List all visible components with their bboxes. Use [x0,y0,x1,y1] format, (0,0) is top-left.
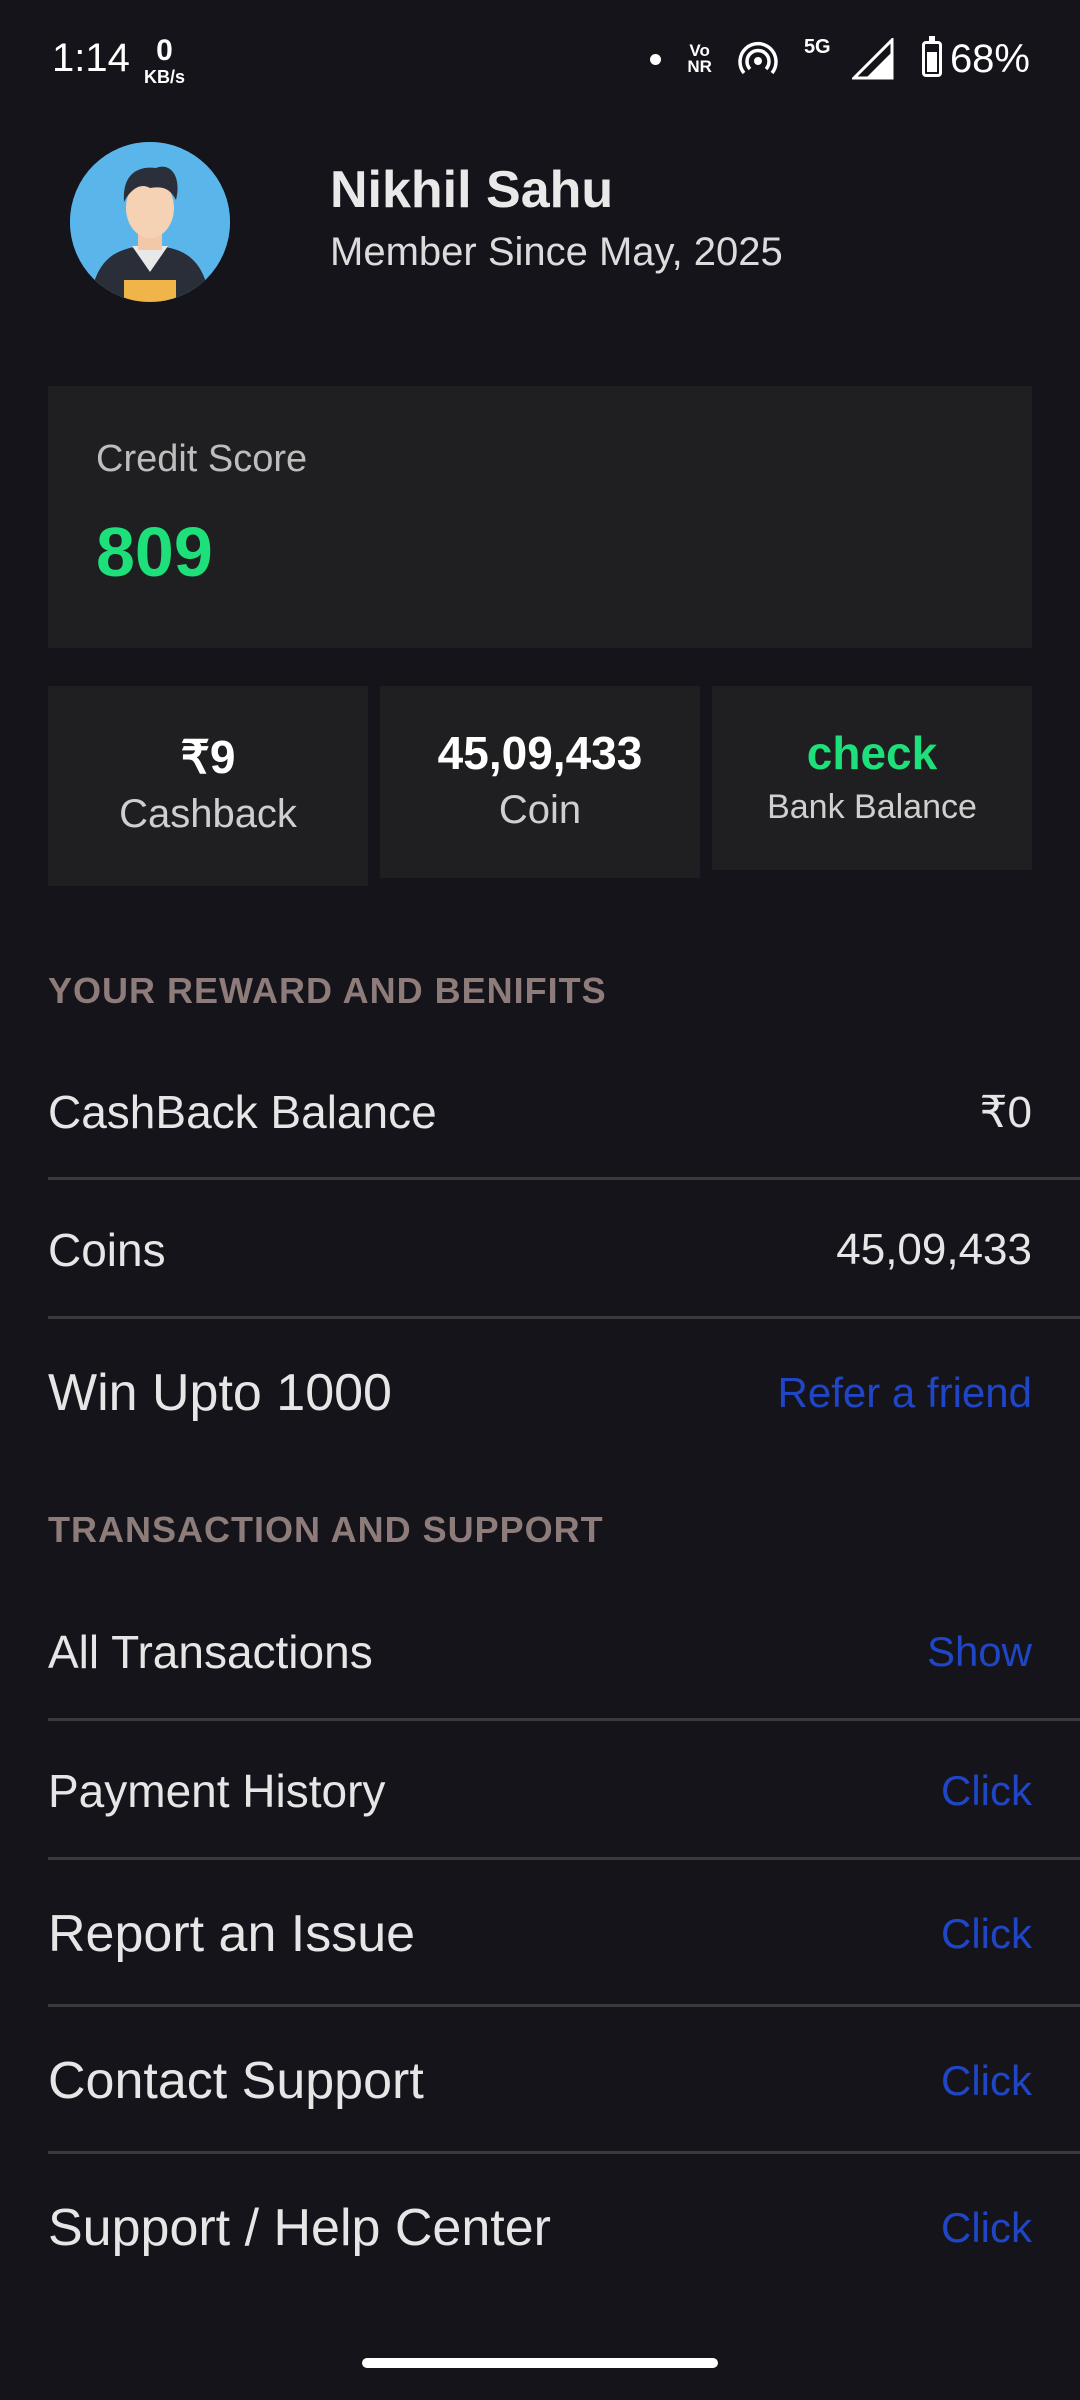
network-speed: 0 KB/s [144,34,186,87]
network-speed-unit: KB/s [144,67,186,87]
notification-dot-icon [650,53,662,65]
report-issue-row[interactable]: Report an Issue Click [48,1890,1080,1978]
cashback-balance-value: ₹0 [979,1087,1032,1137]
cashback-card[interactable]: ₹9 Cashback [48,686,368,886]
all-transactions-row[interactable]: All Transactions Show [48,1610,1080,1694]
user-name: Nikhil Sahu [330,161,614,219]
coin-value: 45,09,433 [437,727,643,779]
signal-group: 5G [804,34,896,84]
credit-score-label: Credit Score [96,438,308,480]
win-upto-label: Win Upto 1000 [48,1364,392,1422]
refer-row[interactable]: Win Upto 1000 Refer a friend [48,1350,1080,1436]
all-transactions-label: All Transactions [48,1626,373,1678]
cashback-label: Cashback [119,792,297,836]
avatar-illustration [70,142,230,302]
credit-score-value: 809 [96,513,213,591]
cashback-balance-label: CashBack Balance [48,1086,437,1138]
bank-balance-check[interactable]: check [712,726,1032,780]
vonr-icon: Vo NR [687,42,712,76]
divider [48,2151,1080,2154]
contact-support-row[interactable]: Contact Support Click [48,2037,1080,2125]
signal-icon [851,38,894,80]
profile-header: Nikhil Sahu Member Since May, 2025 [70,142,1020,302]
member-since: Member Since May, 2025 [330,230,783,274]
help-center-label: Support / Help Center [48,2199,551,2257]
coins-label: Coins [48,1224,166,1276]
credit-score-card[interactable]: Credit Score 809 [48,386,1032,648]
divider [48,1316,1080,1319]
network-speed-value: 0 [156,34,173,67]
payment-history-link[interactable]: Click [941,1767,1032,1815]
vonr-bottom-label: NR [687,57,712,76]
show-transactions-link[interactable]: Show [927,1628,1032,1676]
coin-label: Coin [498,788,582,832]
coins-row[interactable]: Coins 45,09,433 [48,1208,1080,1292]
contact-support-label: Contact Support [48,2052,424,2110]
network-type-label: 5G [803,36,831,58]
payment-history-label: Payment History [48,1765,386,1817]
divider [48,1857,1080,1860]
report-issue-label: Report an Issue [48,1905,416,1963]
bank-balance-card[interactable]: check Bank Balance [712,686,1032,870]
payment-history-row[interactable]: Payment History Click [48,1749,1080,1833]
refer-a-friend-link[interactable]: Refer a friend [778,1369,1032,1417]
battery: 68% [921,36,1030,82]
contact-support-link[interactable]: Click [941,2057,1032,2105]
divider [48,2004,1080,2007]
status-bar: 1:14 0 KB/s Vo NR 5G 68% [0,0,1080,120]
help-center-link[interactable]: Click [941,2204,1032,2252]
status-icons: Vo NR 5G 68% [650,34,1030,84]
hotspot-icon [738,42,778,75]
divider [48,1177,1080,1180]
status-time: 1:14 [52,36,130,80]
coins-value: 45,09,433 [836,1225,1032,1274]
cashback-value: ₹9 [180,731,236,783]
cashback-balance-row[interactable]: CashBack Balance ₹0 [48,1070,1080,1154]
support-section-title: TRANSACTION AND SUPPORT [48,1509,604,1550]
battery-icon [921,36,942,77]
home-indicator[interactable] [362,2358,718,2368]
battery-fill [926,51,937,72]
divider [48,1718,1080,1721]
bank-balance-label: Bank Balance [767,788,977,826]
coin-card[interactable]: 45,09,433 Coin [380,686,700,878]
battery-percent: 68% [949,36,1030,81]
help-center-row[interactable]: Support / Help Center Click [48,2184,1080,2272]
rewards-section-title: YOUR REWARD AND BENIFITS [48,970,607,1011]
avatar[interactable] [70,142,230,302]
report-issue-link[interactable]: Click [941,1910,1032,1958]
